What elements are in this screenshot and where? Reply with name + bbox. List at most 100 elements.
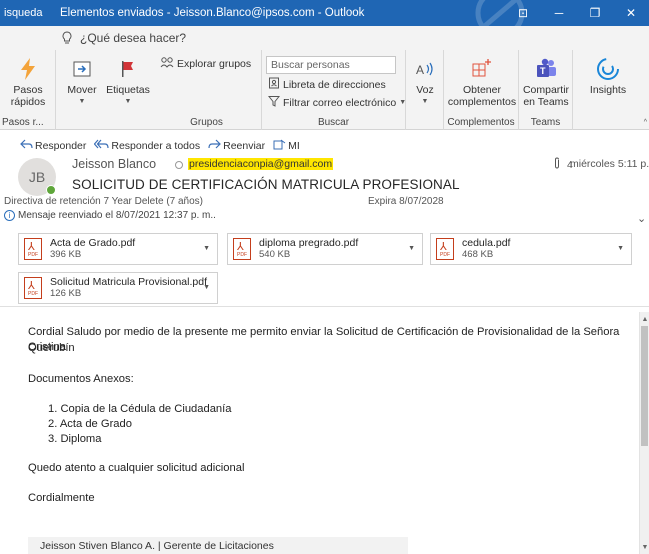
scroll-thumb[interactable] [641,326,648,446]
teams-icon: T [532,56,560,82]
reply-label: Responder [35,140,87,152]
tags-label: Etiquetas [106,84,150,96]
search-group-label: Buscar [317,117,350,128]
list-item: 3. Diploma [48,433,102,445]
meeting-reply-icon [273,139,286,153]
address-book-label: Libreta de direcciones [283,78,386,91]
reply-all-button[interactable]: Responder a todos [94,139,200,153]
chevron-down-icon[interactable]: ▼ [203,284,210,291]
filter-email-button[interactable]: Filtrar correo electrónico ▼ [267,95,406,110]
explore-groups-label: Explorar grupos [177,57,252,70]
expiry-date: Expira 8/07/2028 [368,196,444,207]
tell-me-bar: ¿Qué desea hacer? [0,26,649,50]
get-addins-button[interactable]: Obtener complementos [448,56,516,108]
pdf-icon: ⅄ PDF [24,238,42,260]
addins-group: Obtener complementos Complementos [444,50,519,130]
more-actions-label: MI [288,140,300,152]
attachment-size: 468 KB [462,249,494,260]
attachment-card[interactable]: ⅄ PDF diploma pregrado.pdf 540 KB ▼ [227,233,423,265]
reply-all-icon [94,139,109,153]
attachment-size: 126 KB [50,288,82,299]
forwarded-text: Mensaje reenviado el 8/07/2021 12:37 p. … [18,210,216,221]
search-fragment[interactable]: isqueda [0,7,52,19]
attachment-name: Acta de Grado.pdf [50,237,136,249]
more-actions-button[interactable]: MI [273,139,300,153]
chevron-down-icon[interactable]: ▼ [408,245,415,252]
paperclip-icon [553,157,561,172]
retention-policy: Directiva de retención 7 Year Delete (7 … [4,196,204,207]
chevron-down-icon[interactable]: ▼ [617,245,624,252]
address-book-button[interactable]: Libreta de direcciones [268,77,386,92]
voice-button[interactable]: A Voz ▼ [410,56,440,108]
groups-group: Explorar grupos Grupos [152,50,262,130]
move-tags-group: Mover ▼ Etiquetas ▼ [56,50,152,130]
tags-button[interactable]: Etiquetas ▼ [106,56,150,108]
forward-button[interactable]: Reenviar [208,139,265,153]
ribbon-display-button[interactable]: ⊡ [505,0,541,26]
vertical-scrollbar[interactable]: ▲ ▼ [639,312,649,554]
maximize-button[interactable]: ❐ [577,0,613,26]
window-controls: ⊡ ─ ❐ ✕ [505,0,649,26]
close-button[interactable]: ✕ [613,0,649,26]
recipient-status-icon [175,161,183,169]
sender-name[interactable]: Jeisson Blanco [72,157,156,171]
addins-group-label: Complementos [447,117,515,128]
explore-groups-button[interactable]: Explorar grupos [160,56,251,71]
teams-label-2: en Teams [523,96,569,108]
groups-icon [160,56,174,71]
insights-icon [594,56,622,82]
regards-line: Cordialmente [28,492,95,504]
collapse-ribbon-icon[interactable]: ^ [644,119,647,126]
attachment-name: diploma pregrado.pdf [259,237,359,249]
filter-icon [267,95,281,110]
pdf-icon: ⅄ PDF [233,238,251,260]
svg-text:A: A [416,63,424,77]
share-teams-button[interactable]: T Compartir en Teams [521,56,571,108]
expand-header-icon[interactable]: ⌄ [637,212,646,225]
insights-group: Insights ^ [573,50,649,130]
attachment-name: Solicitud Matricula Provisional.pdf [50,276,207,288]
attachment-card[interactable]: ⅄ PDF Solicitud Matricula Provisional.pdf… [18,272,218,304]
insights-label: Insights [589,84,627,96]
scroll-down-icon[interactable]: ▼ [641,542,649,552]
attachment-card[interactable]: ⅄ PDF Acta de Grado.pdf 396 KB ▼ [18,233,218,265]
quicksteps-label-2: rápidos [10,96,46,108]
minimize-button[interactable]: ─ [541,0,577,26]
reply-icon [20,139,33,153]
message-subject: SOLICITUD DE CERTIFICACIÓN MATRICULA PRO… [72,177,460,192]
presence-badge [46,185,56,195]
closing-line: Quedo atento a cualquier solicitud adici… [28,462,245,474]
recipient-email[interactable]: presidenciaconpia@gmail.com [188,158,334,170]
insights-button[interactable]: Insights [585,56,631,96]
attachment-name: cedula.pdf [462,237,511,249]
annex-title: Documentos Anexos: [28,373,134,385]
attachment-card[interactable]: ⅄ PDF cedula.pdf 468 KB ▼ [430,233,632,265]
reply-button[interactable]: Responder [20,139,86,153]
move-icon [68,56,96,82]
info-icon: i [4,210,15,221]
pdf-icon: ⅄ PDF [24,277,42,299]
chevron-down-icon[interactable]: ▼ [203,245,210,252]
read-aloud-icon: A [411,56,439,82]
quicksteps-button[interactable]: Pasos rápidos [6,56,50,108]
quicksteps-group-label: Pasos r... [2,117,44,128]
ribbon: Pasos rápidos Pasos r... Mover ▼ Etiquet… [0,50,649,130]
body-paragraph-1-cont: Querubín [28,342,75,354]
tell-me-input[interactable]: ¿Qué desea hacer? [80,31,186,45]
pdf-icon: ⅄ PDF [436,238,454,260]
search-people-input[interactable]: Buscar personas [266,56,396,74]
lightning-icon [14,56,42,82]
addins-icon [468,56,496,82]
chevron-down-icon: ▼ [78,98,86,105]
move-button[interactable]: Mover ▼ [62,56,102,108]
move-label: Mover [67,84,97,96]
addins-label-1: Obtener [463,84,501,96]
lightbulb-icon [60,31,74,45]
scroll-up-icon[interactable]: ▲ [641,314,649,324]
chevron-down-icon: ▼ [421,98,429,105]
forwarded-info: i Mensaje reenviado el 8/07/2021 12:37 p… [4,210,216,221]
chevron-down-icon: ▼ [124,98,132,105]
flag-icon [114,56,142,82]
attachment-size: 540 KB [259,249,291,260]
teams-label-1: Compartir [522,84,570,96]
